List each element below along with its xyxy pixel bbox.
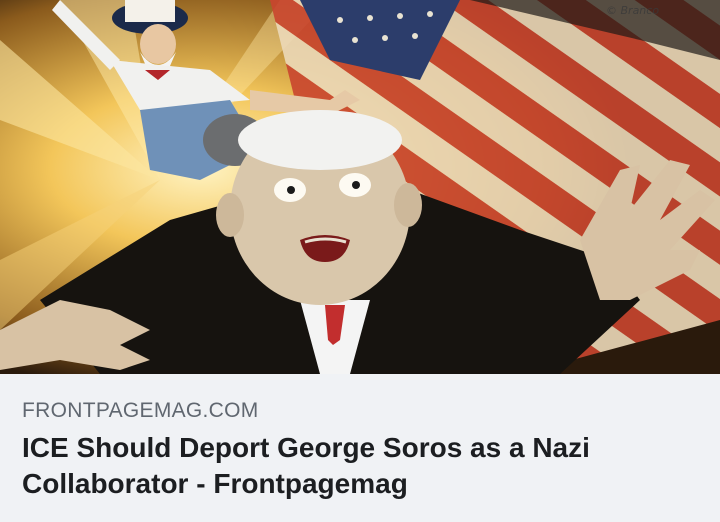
link-title[interactable]: ICE Should Deport George Soros as a Nazi… [22, 430, 662, 502]
link-preview-card[interactable]: © Branco FRONTPAGEMAG.COM ICE Should Dep… [0, 0, 720, 522]
link-domain: FRONTPAGEMAG.COM [22, 399, 259, 422]
watermark-signature: © Branco [606, 4, 659, 17]
link-preview-image[interactable]: © Branco [0, 0, 720, 374]
cartoon-illustration-icon: © Branco [0, 0, 720, 374]
link-preview-footer[interactable]: FRONTPAGEMAG.COM ICE Should Deport Georg… [0, 374, 720, 522]
